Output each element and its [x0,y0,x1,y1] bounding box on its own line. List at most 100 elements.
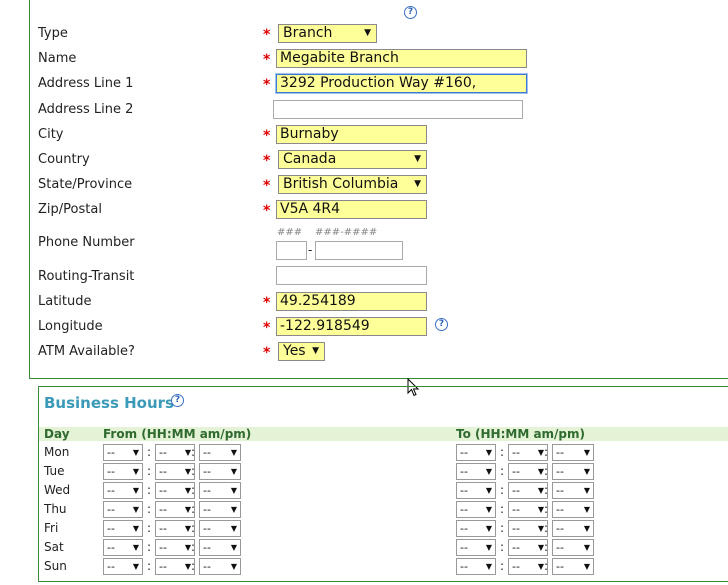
day-label-mon: Mon [44,445,70,459]
to-ampm-select[interactable]: -- ▼ [552,520,594,537]
day-label-thu: Thu [44,502,67,516]
from-minute-select[interactable]: -- ▼ [155,463,195,480]
to-ampm-select[interactable]: -- ▼ [552,463,594,480]
longitude-input[interactable]: -122.918549 [276,317,427,336]
routing-transit-input[interactable] [276,266,427,285]
dropdown-arrow-icon: ▼ [312,346,319,356]
from-hour-select[interactable]: -- ▼ [103,539,143,556]
address-line-1-input[interactable]: 3292 Production Way #160, [276,74,527,93]
business-hours-help-icon[interactable]: ? [171,394,184,407]
from-minute-select[interactable]: -- ▼ [155,558,195,575]
required-marker: * [263,77,271,93]
city-input[interactable]: Burnaby [276,125,427,144]
day-label-sun: Sun [44,559,67,573]
dropdown-arrow-icon: ▼ [132,543,139,552]
select-value: -- [203,541,211,554]
to-minute-select[interactable]: -- ▼ [508,558,548,575]
from-minute-select[interactable]: -- ▼ [155,444,195,461]
from-minute-select[interactable]: -- ▼ [155,539,195,556]
time-separator: : [191,540,196,554]
select-value: -- [203,503,211,516]
select-value: -- [203,465,211,478]
from-ampm-select[interactable]: -- ▼ [199,482,241,499]
select-value: -- [556,465,564,478]
from-hour-select[interactable]: -- ▼ [103,463,143,480]
select-value: -- [460,446,468,459]
select-value: -- [512,465,520,478]
from-minute-select[interactable]: -- ▼ [155,482,195,499]
select-value: -- [159,465,167,478]
to-ampm-select[interactable]: -- ▼ [552,501,594,518]
time-separator: : [500,521,505,535]
time-separator: : [191,502,196,516]
from-minute-select[interactable]: -- ▼ [155,520,195,537]
select-value: -- [159,541,167,554]
from-ampm-select[interactable]: -- ▼ [199,463,241,480]
from-ampm-select[interactable]: -- ▼ [199,444,241,461]
from-hour-select[interactable]: -- ▼ [103,482,143,499]
from-hour-select[interactable]: -- ▼ [103,558,143,575]
dropdown-arrow-icon: ▼ [132,486,139,495]
from-hour-select[interactable]: -- ▼ [103,520,143,537]
select-value: -- [107,541,115,554]
country-label: Country [38,152,90,167]
to-hour-select[interactable]: -- ▼ [456,501,496,518]
select-value: -- [556,560,564,573]
zip-postal-input[interactable]: V5A 4R4 [276,200,427,219]
longitude-help-icon[interactable]: ? [435,318,448,331]
city-label: City [38,127,64,142]
from-ampm-select[interactable]: -- ▼ [199,501,241,518]
dropdown-arrow-icon: ▼ [583,505,590,514]
from-hour-select[interactable]: -- ▼ [103,501,143,518]
atm-available-select[interactable]: Yes ▼ [278,342,325,361]
dropdown-arrow-icon: ▼ [485,524,492,533]
select-value: -- [107,446,115,459]
from-hour-select[interactable]: -- ▼ [103,444,143,461]
to-minute-select[interactable]: -- ▼ [508,520,548,537]
to-ampm-select[interactable]: -- ▼ [552,539,594,556]
name-label: Name [38,51,77,66]
day-column-header: Day [44,427,70,441]
required-marker: * [263,178,271,194]
to-hour-select[interactable]: -- ▼ [456,482,496,499]
to-ampm-select[interactable]: -- ▼ [552,558,594,575]
day-label-sat: Sat [44,540,64,554]
required-marker: * [263,295,271,311]
to-ampm-select[interactable]: -- ▼ [552,482,594,499]
to-minute-select[interactable]: -- ▼ [508,501,548,518]
to-minute-select[interactable]: -- ▼ [508,482,548,499]
help-icon[interactable]: ? [404,6,417,19]
latitude-input[interactable]: 49.254189 [276,292,427,311]
time-separator: : [544,464,549,478]
select-value: -- [159,560,167,573]
time-separator: : [147,540,152,554]
country-select[interactable]: Canada ▼ [278,150,427,169]
time-separator: : [500,540,505,554]
from-minute-select[interactable]: -- ▼ [155,501,195,518]
to-minute-select[interactable]: -- ▼ [508,463,548,480]
to-hour-select[interactable]: -- ▼ [456,558,496,575]
to-ampm-select[interactable]: -- ▼ [552,444,594,461]
phone-area-input[interactable] [276,241,307,260]
from-ampm-select[interactable]: -- ▼ [199,558,241,575]
select-value: -- [107,484,115,497]
select-value: -- [159,503,167,516]
to-minute-select[interactable]: -- ▼ [508,444,548,461]
to-hour-select[interactable]: -- ▼ [456,463,496,480]
address-line-2-input[interactable] [273,100,523,119]
type-select[interactable]: Branch ▼ [278,24,377,43]
name-input[interactable]: Megabite Branch [276,49,527,68]
from-ampm-select[interactable]: -- ▼ [199,539,241,556]
phone-number-input[interactable] [315,241,403,260]
to-hour-select[interactable]: -- ▼ [456,444,496,461]
state-province-label: State/Province [38,177,133,192]
select-value: -- [512,484,520,497]
to-hour-select[interactable]: -- ▼ [456,520,496,537]
select-value: -- [203,522,211,535]
dropdown-arrow-icon: ▼ [485,562,492,571]
time-separator: : [147,464,152,478]
to-hour-select[interactable]: -- ▼ [456,539,496,556]
to-minute-select[interactable]: -- ▼ [508,539,548,556]
state-province-select[interactable]: British Columbia ▼ [278,175,427,194]
from-ampm-select[interactable]: -- ▼ [199,520,241,537]
